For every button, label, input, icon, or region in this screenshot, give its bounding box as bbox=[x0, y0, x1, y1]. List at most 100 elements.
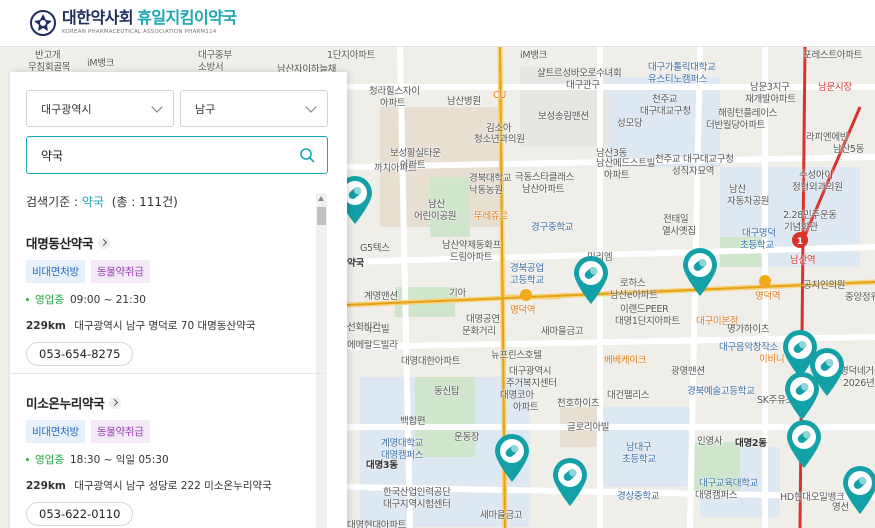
pharmacy-pin-icon[interactable] bbox=[783, 371, 821, 421]
map-label: 운동장 bbox=[454, 432, 480, 443]
map-label: 자동차공원 bbox=[727, 196, 770, 207]
chevron-down-icon bbox=[151, 100, 163, 113]
map-label: 열사옛집 bbox=[662, 226, 696, 237]
pharmacy-address: 229km 대구광역시 남구 명덕로 70 대명동산약국 bbox=[26, 318, 316, 333]
map-label: 아드빌 bbox=[364, 324, 390, 335]
map-label: 글로리아빌 bbox=[567, 422, 610, 433]
map-label: 대명2동 bbox=[735, 438, 767, 449]
result-summary: 검색기준 : 약국 (총 : 111건) bbox=[26, 193, 178, 210]
map-label: 백합편 bbox=[400, 416, 426, 427]
map-label: 성직자묘역 bbox=[672, 166, 715, 177]
result-count: (총 : 111건) bbox=[111, 195, 178, 209]
map-label: 대구지역시험센터 bbox=[383, 499, 451, 510]
pharmacy-pin-icon[interactable] bbox=[551, 457, 589, 507]
distance: 229km bbox=[26, 320, 66, 332]
badge-animal-medicine: 동물약취급 bbox=[90, 260, 150, 283]
scrollbar-thumb[interactable] bbox=[317, 207, 326, 225]
search-icon[interactable] bbox=[299, 147, 315, 163]
list-scrollbar[interactable] bbox=[316, 193, 327, 528]
map-label: 광명맨션 bbox=[671, 366, 705, 377]
map-label: 더반월당아파트 bbox=[706, 120, 766, 131]
search-input[interactable] bbox=[41, 148, 281, 162]
pharmacy-name-link[interactable]: 미소온누리약국 bbox=[26, 393, 316, 412]
hours-text: 09:00 ~ 21:30 bbox=[69, 293, 146, 306]
map-label: 낙동농원 bbox=[469, 185, 503, 196]
map-label: 대구대교구청 bbox=[640, 106, 691, 117]
logo-text[interactable]: 대한약사회 휴일지킴이약국 KOREAN PHARMACEUTICAL ASSOC… bbox=[62, 10, 237, 36]
map-label: 남산아파트 bbox=[522, 184, 565, 195]
map-label: 성모당 bbox=[617, 118, 643, 129]
map-label: 경북예술고등학교 bbox=[687, 386, 755, 397]
pharmacy-name: 미소온누리약국 bbox=[26, 396, 105, 411]
pharmacy-pin-icon[interactable] bbox=[841, 465, 875, 515]
map-label: 경상중학교 bbox=[617, 491, 660, 502]
district-select-value: 남구 bbox=[195, 102, 216, 116]
map-label: 문화거리 bbox=[462, 326, 496, 337]
map-label: 보성송림맨션 bbox=[538, 111, 589, 122]
map-label: 새마을금고 bbox=[480, 510, 523, 521]
app-header: 대한약사회 휴일지킴이약국 KOREAN PHARMACEUTICAL ASSOC… bbox=[0, 0, 875, 47]
result-keyword: 약국 bbox=[81, 195, 104, 209]
map-label: iM뱅크 bbox=[87, 58, 115, 69]
phone-button[interactable]: 053-654-8275 bbox=[26, 342, 134, 366]
map-label: 초등학교 bbox=[622, 454, 656, 465]
pharmacy-name: 대명동산약국 bbox=[26, 236, 94, 251]
pharmacy-pin-icon[interactable] bbox=[681, 247, 719, 297]
map-label: CU bbox=[493, 90, 506, 101]
badge-group: 비대면처방 동물약취급 bbox=[26, 420, 316, 443]
map-label: 중앙정워 bbox=[845, 292, 875, 303]
map-label: 까치아파트 bbox=[374, 163, 417, 174]
pharmacy-list-item[interactable]: 미소온누리약국 비대면처방 동물약취급 영업중 18:30 ~ 익일 05:30… bbox=[26, 393, 316, 526]
pharmacy-pin-icon[interactable] bbox=[785, 419, 823, 469]
map-label: 명덕역 bbox=[755, 291, 781, 302]
map-label: 드림아파트 bbox=[450, 252, 493, 263]
map-label: 소방서 bbox=[198, 62, 224, 73]
chevron-right-icon bbox=[109, 396, 122, 409]
opening-hours: 영업중 18:30 ~ 익일 05:30 bbox=[26, 452, 316, 467]
map-label: 아파트 bbox=[513, 402, 539, 413]
district-select[interactable]: 남구 bbox=[180, 90, 328, 127]
map-label: 2026년 bbox=[843, 378, 875, 389]
chevron-right-icon bbox=[98, 236, 111, 249]
map-label: 정형외과의원 bbox=[792, 182, 843, 193]
org-name: 대한약사회 bbox=[62, 8, 134, 28]
badge-animal-medicine: 동물약취급 bbox=[90, 420, 150, 443]
pharmacy-address: 229km 대구광역시 남구 성당로 222 미소온누리약국 bbox=[26, 478, 316, 493]
status-dot-icon bbox=[26, 458, 29, 461]
pharmacy-pin-icon[interactable] bbox=[493, 433, 531, 483]
map-label: 대명캠퍼스 bbox=[695, 490, 738, 501]
map-label: 천호하이츠 bbox=[557, 398, 600, 409]
map-label: 대명대한아파트 bbox=[401, 356, 461, 367]
map-label: 동신탑 bbox=[434, 386, 460, 397]
pharmacy-pin-icon[interactable] bbox=[572, 255, 610, 305]
map-label: 유스티노캠퍼스 bbox=[648, 74, 708, 85]
status-open: 영업중 bbox=[35, 294, 64, 306]
kpa-logo-icon[interactable] bbox=[30, 10, 56, 36]
map-label: 대명현대아파트 bbox=[347, 520, 407, 528]
search-box bbox=[26, 136, 328, 174]
map-label: 초등학교 bbox=[740, 240, 774, 251]
map-label: 대명3동 bbox=[366, 460, 398, 471]
badge-telemedicine: 비대면처방 bbox=[26, 260, 85, 283]
map-label: 명덕역 bbox=[510, 305, 536, 316]
badge-group: 비대면처방 동물약취급 bbox=[26, 260, 316, 283]
phone-button[interactable]: 053-622-0110 bbox=[26, 502, 134, 526]
region-select-value: 대구광역시 bbox=[41, 102, 92, 116]
map-label: 1단지아파트 bbox=[327, 50, 375, 61]
map-label: 명가하이츠 bbox=[727, 324, 770, 335]
badge-telemedicine: 비대면처방 bbox=[26, 420, 85, 443]
region-select[interactable]: 대구광역시 bbox=[26, 90, 174, 127]
logo-subtitle: KOREAN PHARMACEUTICAL ASSOCIATION PHARM1… bbox=[62, 29, 217, 36]
map-label: 남산병원 bbox=[447, 96, 481, 107]
map-label: 공지인의원 bbox=[803, 280, 846, 291]
hours-text: 18:30 ~ 익일 05:30 bbox=[69, 454, 169, 466]
map-label: 어린이공원 bbox=[414, 211, 457, 222]
result-prefix: 검색기준 : bbox=[26, 195, 82, 209]
map-label: 새마을금고 bbox=[541, 326, 584, 337]
address-text: 대구광역시 남구 명덕로 70 대명동산약국 bbox=[74, 320, 256, 332]
pharmacy-list-item[interactable]: 대명동산약국 비대면처방 동물약취급 영업중 09:00 ~ 21:30 229… bbox=[26, 233, 316, 366]
pharmacy-name-link[interactable]: 대명동산약국 bbox=[26, 233, 316, 252]
scroll-up-icon[interactable] bbox=[318, 196, 324, 201]
svg-text:1: 1 bbox=[797, 237, 803, 247]
map-label: 고등학교 bbox=[510, 275, 544, 286]
